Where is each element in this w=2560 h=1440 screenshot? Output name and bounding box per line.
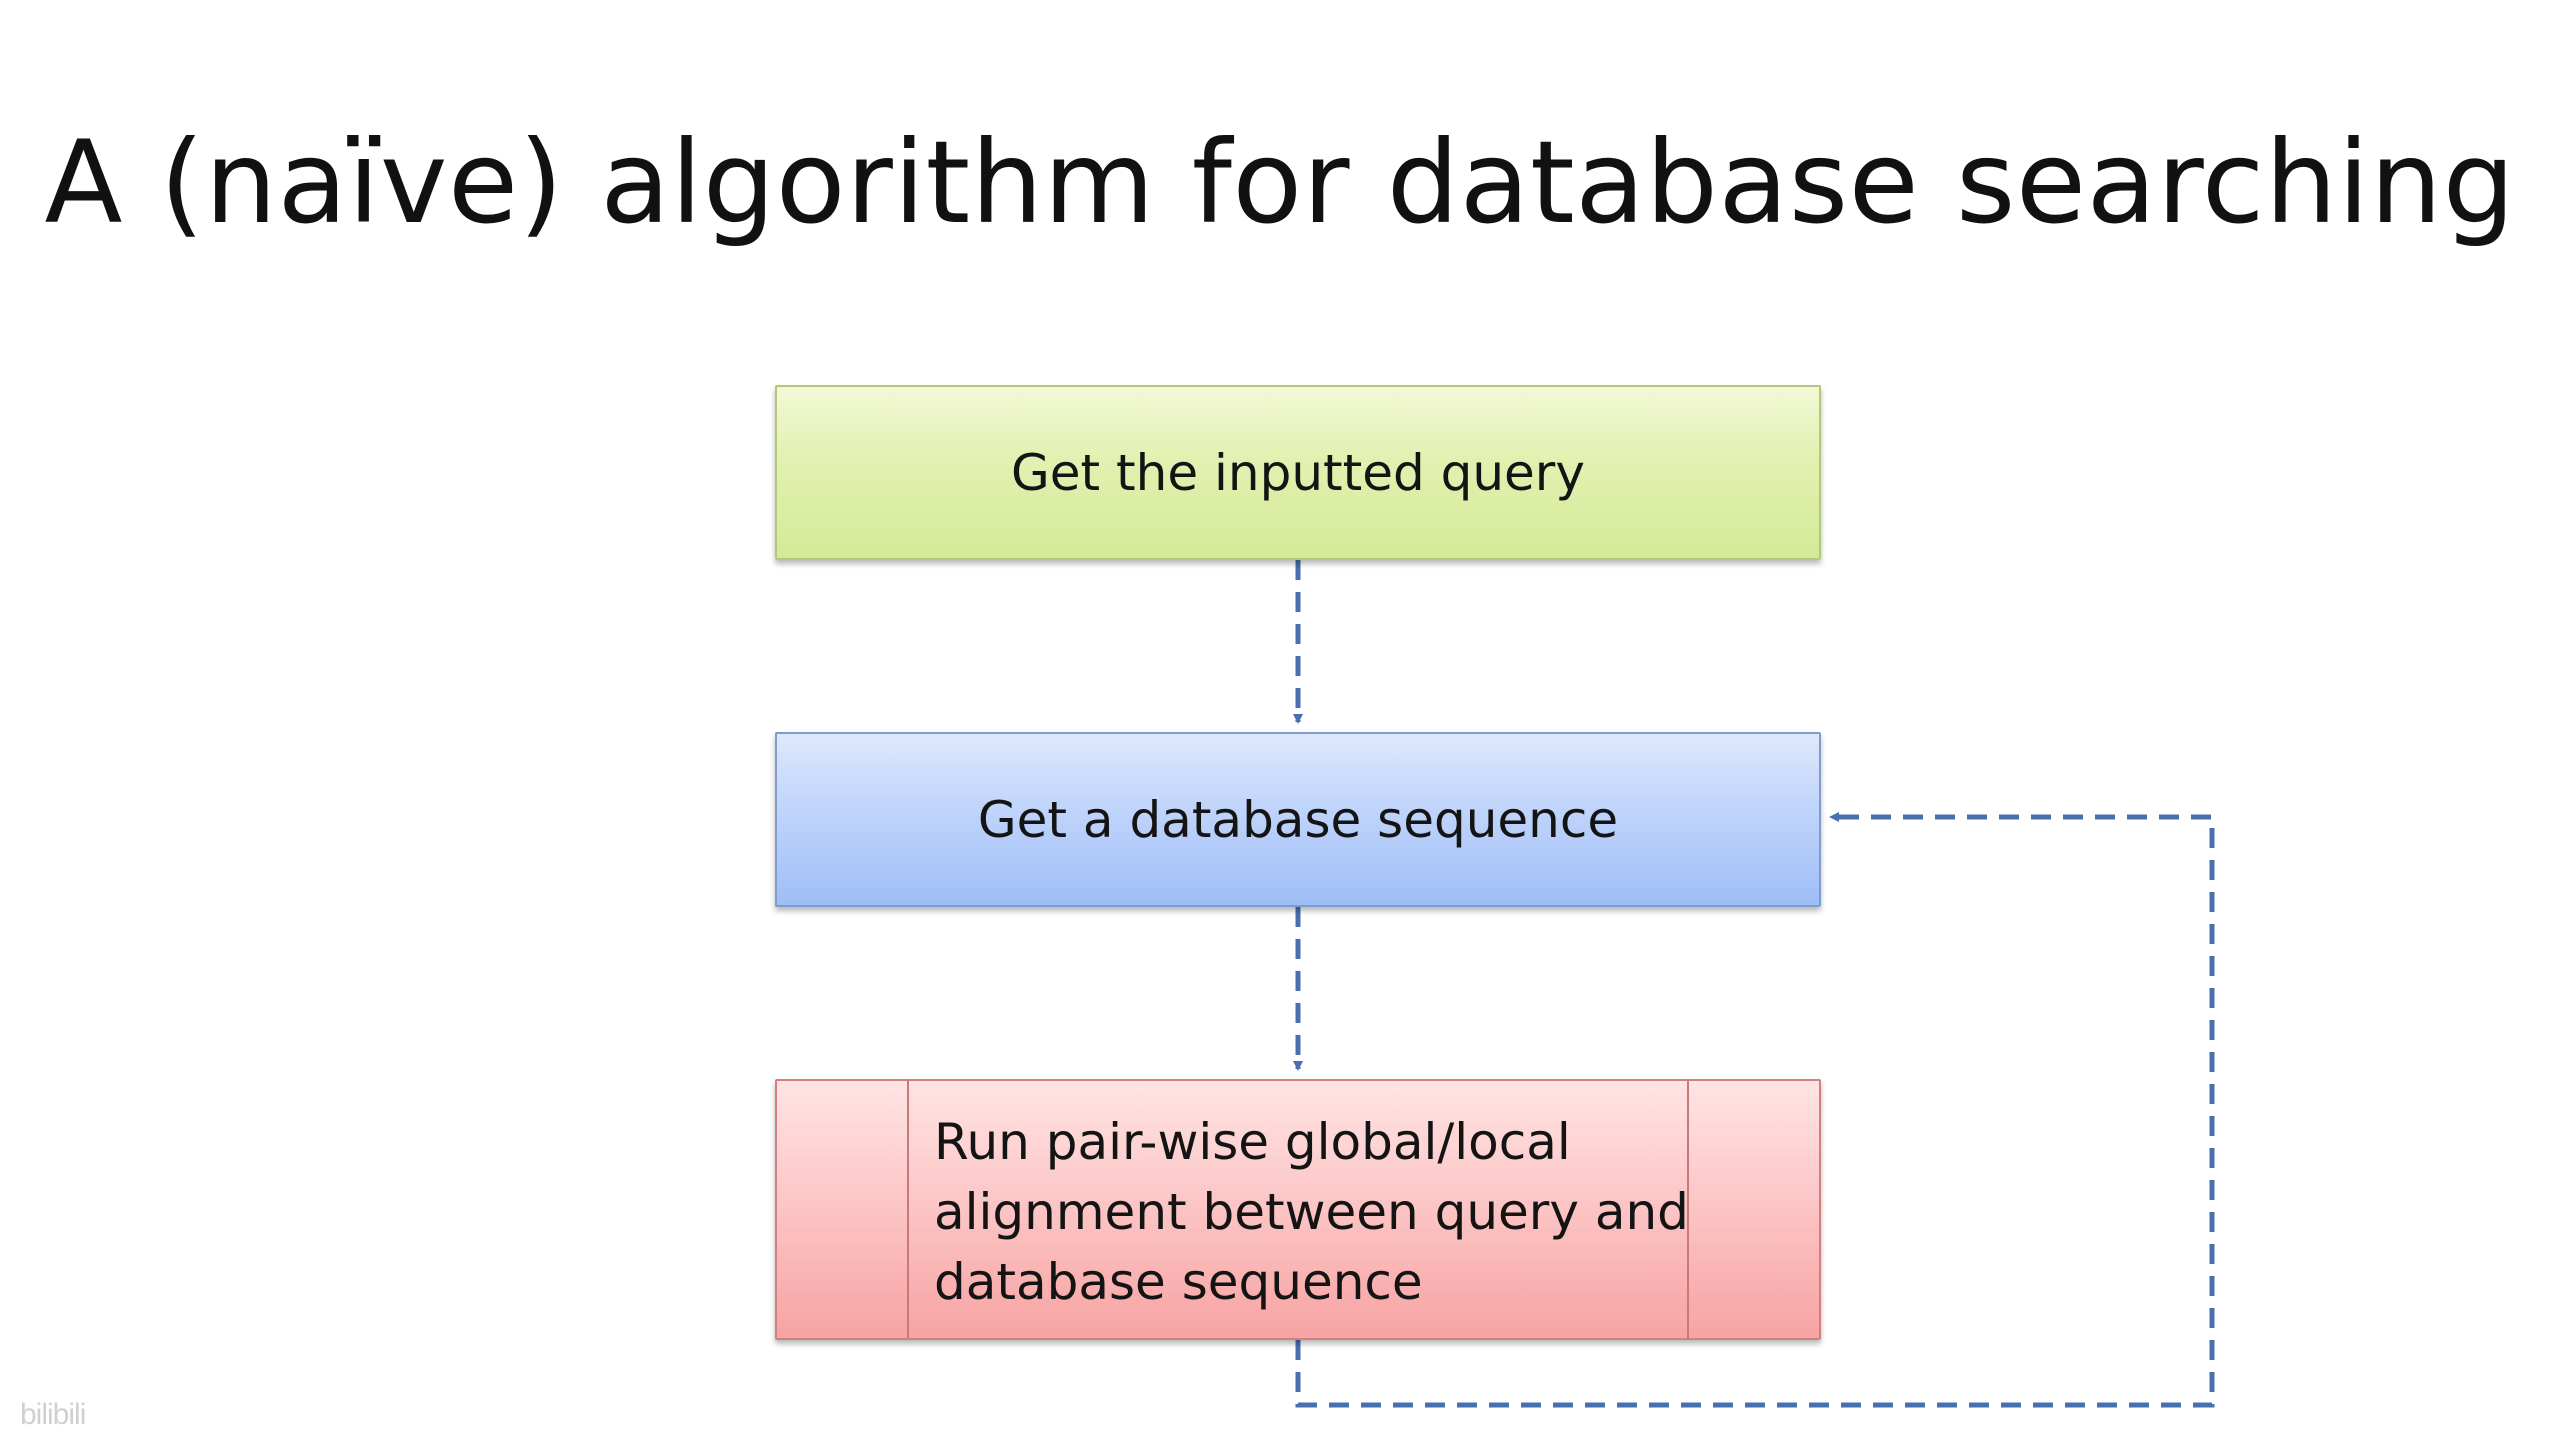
step-run-alignment: Run pair-wise global/local alignment bet… (775, 1079, 1821, 1340)
step-get-database-sequence-label: Get a database sequence (977, 790, 1619, 849)
step-run-alignment-line: alignment between query and (934, 1183, 1689, 1241)
step-get-query: Get the inputted query (775, 385, 1821, 560)
step-get-database-sequence: Get a database sequence (775, 732, 1821, 907)
step-run-alignment-line: database sequence (934, 1253, 1423, 1311)
slide-title: A (naïve) algorithm for database searchi… (44, 116, 2516, 249)
predefined-process-left-bar (907, 1081, 909, 1338)
step-get-query-label: Get the inputted query (1011, 443, 1585, 502)
slide: A (naïve) algorithm for database searchi… (0, 0, 2560, 1440)
step-run-alignment-line: Run pair-wise global/local (934, 1113, 1571, 1171)
watermark-logo: bilibili (20, 1398, 86, 1431)
step-run-alignment-label: Run pair-wise global/local alignment bet… (934, 1107, 1694, 1317)
